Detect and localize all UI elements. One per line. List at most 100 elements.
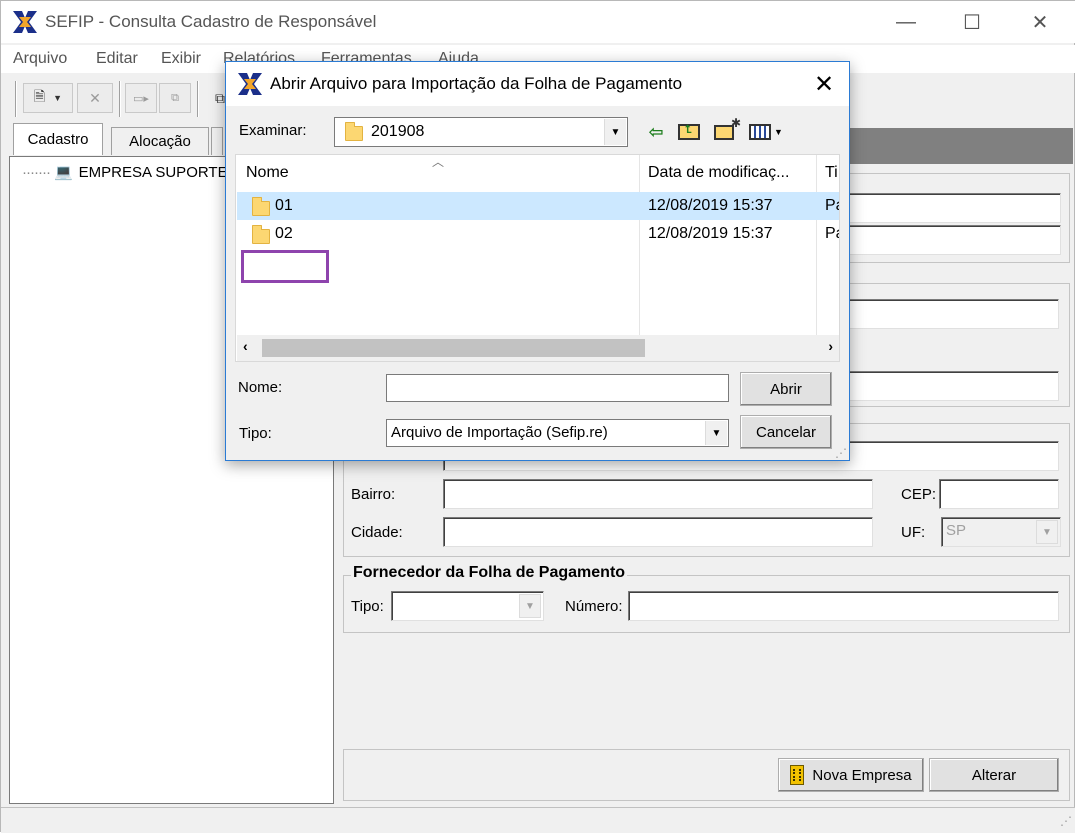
contact-field-1[interactable] bbox=[846, 299, 1059, 329]
lookin-value: 201908 bbox=[371, 123, 425, 140]
filetype-select[interactable]: Arquivo de Importação (Sefip.re) ▼ bbox=[386, 419, 729, 447]
cancel-button[interactable]: Cancelar bbox=[740, 415, 832, 449]
supplier-tipo-select[interactable]: ▼ bbox=[391, 591, 544, 621]
maximize-icon: ☐ bbox=[963, 11, 981, 34]
file-type: Pa bbox=[825, 225, 839, 242]
tab-cadastro-label: Cadastro bbox=[27, 131, 89, 148]
lookin-label: Examinar: bbox=[239, 122, 307, 139]
new-document-button[interactable]: 🗎 ▼ bbox=[23, 83, 73, 113]
cep-field[interactable] bbox=[939, 479, 1059, 509]
nova-empresa-label: Nova Empresa bbox=[812, 766, 912, 784]
new-folder-button[interactable]: ✱ bbox=[710, 116, 741, 144]
new-folder-icon: ✱ bbox=[714, 116, 741, 140]
title-bar: SEFIP - Consulta Cadastro de Responsável… bbox=[1, 1, 1075, 43]
copy-button[interactable]: ⧉ bbox=[159, 83, 191, 113]
folder-icon bbox=[345, 122, 363, 141]
open-file-dialog: Abrir Arquivo para Importação da Folha d… bbox=[225, 61, 850, 461]
cep-label: CEP: bbox=[901, 486, 937, 503]
column-header-date[interactable]: Data de modificaç... bbox=[648, 155, 816, 191]
app-title: SEFIP - Consulta Cadastro de Responsável bbox=[45, 12, 377, 31]
computer-icon: 💻 bbox=[53, 164, 73, 181]
cidade-label: Cidade: bbox=[351, 524, 403, 541]
dialog-title: Abrir Arquivo para Importação da Folha d… bbox=[270, 74, 683, 93]
column-header-type[interactable]: Ti bbox=[825, 155, 839, 191]
file-row-02[interactable]: 02 12/08/2019 15:37 Pa bbox=[237, 220, 839, 248]
file-date: 12/08/2019 15:37 bbox=[648, 225, 773, 242]
chevron-down-icon: ▼ bbox=[705, 421, 727, 445]
column-date-label: Data de modificaç... bbox=[648, 164, 790, 181]
building-icon bbox=[790, 765, 805, 785]
tab-cadastro[interactable]: Cadastro bbox=[13, 123, 103, 155]
menu-editar[interactable]: Editar bbox=[96, 50, 138, 68]
scroll-right-icon: › bbox=[828, 338, 833, 354]
view-menu-icon bbox=[749, 124, 772, 140]
move-icon: ▭▸ bbox=[133, 92, 149, 105]
column-type-label: Ti bbox=[825, 164, 838, 181]
alterar-label: Alterar bbox=[971, 766, 1017, 784]
close-icon: ✕ bbox=[813, 70, 835, 98]
dropdown-arrow-icon: ▼ bbox=[53, 93, 63, 103]
minimize-button[interactable]: — bbox=[881, 5, 931, 39]
toolbar: 🗎 ▼ ✕ ▭▸ ⧉ ⧉ bbox=[11, 79, 241, 119]
tab-alocacao[interactable]: Alocação bbox=[111, 127, 209, 155]
up-folder-button[interactable]: ⮤ bbox=[676, 120, 702, 144]
dropdown-arrow-icon: ▼ bbox=[774, 127, 783, 137]
lookin-select[interactable]: 201908 ▼ bbox=[334, 117, 628, 147]
cancel-button-label: Cancelar bbox=[755, 423, 817, 441]
dialog-close-button[interactable]: ✕ bbox=[806, 69, 842, 99]
minimize-icon: — bbox=[896, 10, 916, 33]
nova-empresa-button[interactable]: Nova Empresa bbox=[778, 758, 924, 792]
document-icon: 🗎 bbox=[33, 88, 46, 104]
filename-label: Nome: bbox=[238, 379, 283, 396]
file-row-01[interactable]: 01 12/08/2019 15:37 Pa bbox=[237, 192, 839, 220]
chevron-down-icon: ▼ bbox=[519, 594, 541, 618]
delete-button[interactable]: ✕ bbox=[77, 83, 113, 113]
contact-field-2[interactable] bbox=[846, 371, 1059, 401]
filename-input[interactable] bbox=[386, 374, 729, 402]
uf-select[interactable]: SP ▼ bbox=[941, 517, 1061, 547]
file-type: Pa bbox=[825, 197, 839, 214]
tab-more[interactable] bbox=[211, 127, 223, 155]
supplier-numero-label: Número: bbox=[565, 598, 623, 615]
supplier-tipo-label: Tipo: bbox=[351, 598, 384, 615]
horizontal-scrollbar[interactable]: ‹ › bbox=[237, 335, 839, 361]
uf-label: UF: bbox=[901, 524, 926, 541]
folder-icon bbox=[252, 197, 270, 216]
menu-exibir[interactable]: Exibir bbox=[161, 50, 201, 68]
uf-value: SP bbox=[946, 522, 967, 539]
alterar-button[interactable]: Alterar bbox=[929, 758, 1059, 792]
file-name: 01 bbox=[275, 197, 293, 214]
bairro-field[interactable] bbox=[443, 479, 873, 509]
supplier-group-title: Fornecedor da Folha de Pagamento bbox=[351, 564, 628, 582]
tree-item-company[interactable]: ······· 💻 EMPRESA SUPORTE bbox=[22, 163, 228, 182]
identification-field-2[interactable] bbox=[846, 225, 1061, 255]
resize-grip-icon[interactable]: ⋰ bbox=[835, 446, 847, 460]
tree-item-label: EMPRESA SUPORTE bbox=[78, 163, 228, 181]
file-date: 12/08/2019 15:37 bbox=[648, 197, 773, 214]
scroll-left-icon: ‹ bbox=[243, 338, 248, 354]
back-button[interactable]: ⇦ bbox=[644, 120, 668, 144]
chevron-down-icon: ▼ bbox=[604, 119, 626, 145]
supplier-numero-field[interactable] bbox=[628, 591, 1059, 621]
toolbar-separator bbox=[197, 81, 199, 117]
column-name-label: Nome bbox=[246, 164, 289, 181]
maximize-button[interactable]: ☐ bbox=[947, 5, 997, 39]
hierarchy-icon: ⧉ bbox=[215, 89, 225, 106]
tree-connector: ······· bbox=[22, 163, 51, 181]
dialog-title-bar: Abrir Arquivo para Importação da Folha d… bbox=[226, 62, 849, 106]
identification-field-1[interactable] bbox=[846, 193, 1061, 223]
cidade-field[interactable] bbox=[443, 517, 873, 547]
menu-arquivo[interactable]: Arquivo bbox=[13, 50, 67, 68]
filetype-label: Tipo: bbox=[239, 425, 272, 442]
status-bar: ⋰ bbox=[1, 807, 1075, 833]
close-button[interactable]: ✕ bbox=[1015, 5, 1065, 39]
back-arrow-icon: ⇦ bbox=[648, 121, 664, 142]
move-button[interactable]: ▭▸ bbox=[125, 83, 157, 113]
open-button-label: Abrir bbox=[770, 380, 802, 398]
open-button[interactable]: Abrir bbox=[740, 372, 832, 406]
sefip-logo-icon bbox=[13, 11, 37, 33]
file-list: Nome ︿ Data de modificaç... Ti 01 12/08/… bbox=[235, 154, 840, 362]
scrollbar-thumb[interactable] bbox=[262, 339, 645, 357]
toolbar-separator bbox=[15, 81, 17, 117]
view-menu-button[interactable]: ▼ bbox=[744, 120, 788, 144]
